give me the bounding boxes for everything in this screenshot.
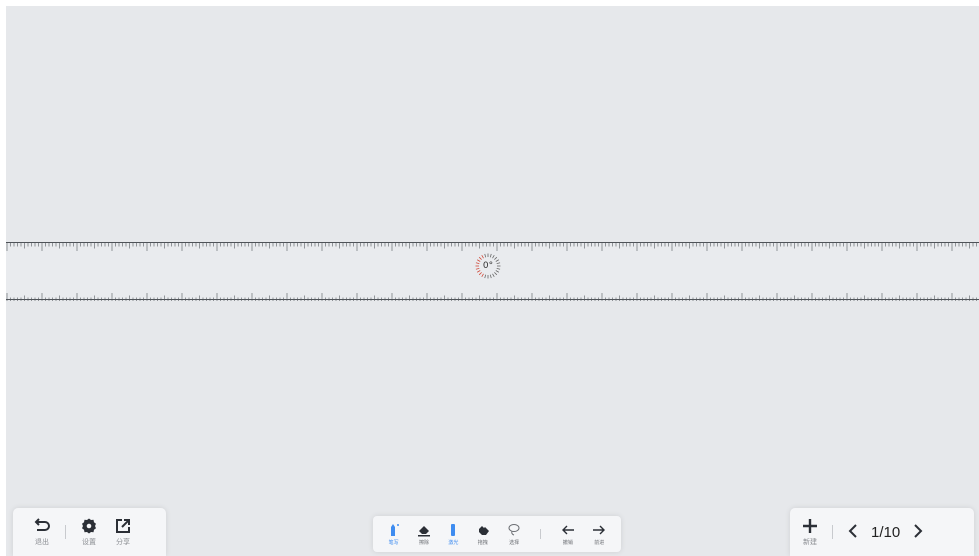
dial-tick <box>484 253 487 258</box>
chevron-right-icon <box>914 524 923 538</box>
divider <box>832 525 833 539</box>
prev-page-button[interactable] <box>847 522 859 542</box>
select-tool-button[interactable]: 选择 <box>507 523 521 546</box>
lasso-icon <box>508 523 520 535</box>
dial-tick <box>495 270 500 273</box>
new-page-label: 新建 <box>803 538 817 546</box>
dial-tick <box>481 254 484 259</box>
exit-button[interactable]: 退出 <box>27 517 57 547</box>
chevron-left-icon <box>848 524 857 538</box>
dial-tick <box>476 259 481 262</box>
laser-tool-button[interactable]: 激光 <box>448 523 458 546</box>
undo-button[interactable]: 撤销 <box>561 523 575 546</box>
redo-label: 前进 <box>594 539 605 546</box>
pen-tool-button[interactable]: 笔写 <box>388 523 400 546</box>
dial-tick <box>489 274 492 279</box>
dial-tick <box>496 267 501 270</box>
redo-button[interactable]: 前进 <box>592 523 606 546</box>
eraser-tool-button[interactable]: 擦除 <box>417 523 431 546</box>
dial-tick <box>494 272 498 276</box>
settings-button[interactable]: 设置 <box>74 518 104 547</box>
divider <box>65 525 66 539</box>
undo-icon <box>34 517 50 531</box>
gear-icon <box>82 518 96 533</box>
laser-label: 激光 <box>448 539 459 546</box>
arrow-right-icon <box>593 525 606 534</box>
dial-tick <box>489 253 492 258</box>
eraser-icon <box>418 525 431 536</box>
laser-icon <box>451 523 456 536</box>
new-page-button[interactable]: 新建 <box>802 518 818 547</box>
dial-tick <box>484 274 487 279</box>
dial-tick <box>481 273 484 278</box>
plus-icon <box>803 518 817 533</box>
exit-label: 退出 <box>35 538 49 546</box>
drag-label: 拖拽 <box>477 539 488 546</box>
ruler-angle-label: 0° <box>482 261 494 271</box>
dial-tick <box>478 272 482 276</box>
dial-tick <box>478 256 482 260</box>
share-label: 分享 <box>116 538 130 546</box>
pen-label: 笔写 <box>388 539 399 546</box>
arrow-left-icon <box>561 525 574 534</box>
ruler-rotate-handle[interactable]: 0° <box>474 252 502 280</box>
share-icon <box>116 518 130 533</box>
center-toolbar: 笔写 擦除 激光 拖拽 选择 撤销 前进 <box>373 516 621 552</box>
dial-tick <box>492 273 495 278</box>
dial-tick <box>492 254 495 259</box>
share-button[interactable]: 分享 <box>108 518 138 547</box>
right-toolbar: 新建 1/10 <box>790 508 974 556</box>
whiteboard-canvas[interactable] <box>6 6 979 556</box>
dial-tick <box>475 267 480 270</box>
pen-icon <box>390 523 399 536</box>
dial-tick <box>494 256 498 260</box>
divider <box>540 529 542 539</box>
select-label: 选择 <box>509 539 520 546</box>
hand-icon <box>478 525 489 535</box>
undo-label: 撤销 <box>562 539 573 546</box>
dial-tick <box>495 259 500 262</box>
left-toolbar: 退出 设置 分享 <box>13 508 166 556</box>
dial-tick <box>476 270 481 273</box>
drag-tool-button[interactable]: 拖拽 <box>476 523 490 546</box>
dial-tick <box>496 262 501 265</box>
eraser-label: 擦除 <box>419 539 430 546</box>
dial-tick <box>475 262 480 265</box>
next-page-button[interactable] <box>912 522 924 542</box>
settings-label: 设置 <box>82 538 96 546</box>
page-indicator: 1/10 <box>871 523 901 541</box>
